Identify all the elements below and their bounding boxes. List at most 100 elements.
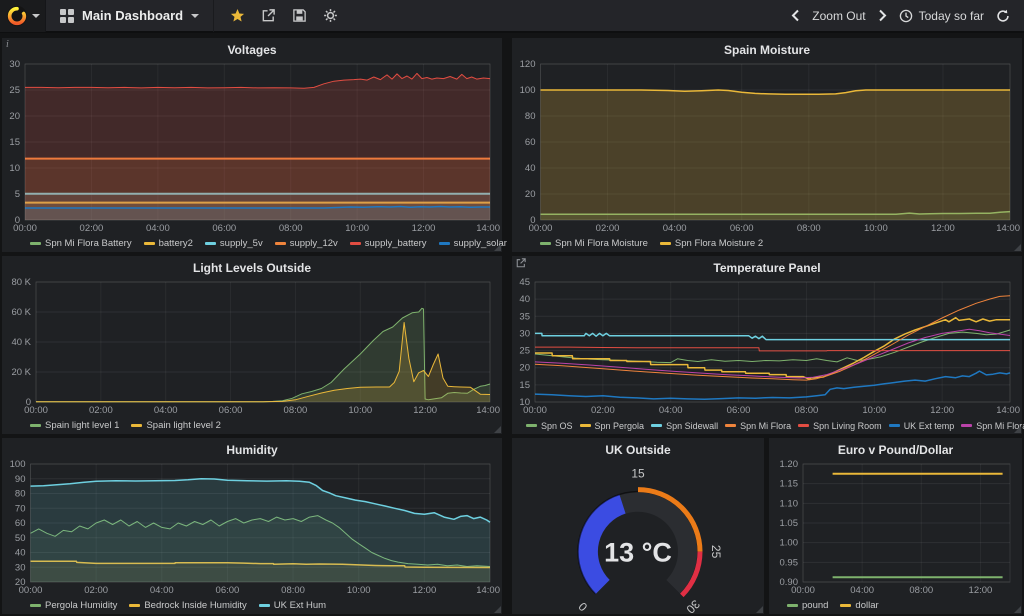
svg-text:04:00: 04:00 — [146, 223, 170, 234]
chevron-left-icon — [791, 9, 800, 22]
legend-series-color — [275, 242, 286, 245]
legend-item[interactable]: Spn Mi Flora — [725, 421, 791, 431]
legend: pound dollar — [769, 597, 1022, 614]
svg-text:06:00: 06:00 — [730, 223, 754, 234]
svg-text:10:00: 10:00 — [864, 223, 888, 234]
panel-title[interactable]: Euro v Pound/Dollar — [769, 438, 1022, 458]
svg-text:00:00: 00:00 — [13, 223, 37, 234]
uk-outside-gauge[interactable]: 015253013 °C — [512, 458, 764, 614]
resize-handle-icon[interactable] — [756, 606, 763, 613]
share-icon — [261, 8, 276, 23]
svg-text:1.05: 1.05 — [780, 518, 799, 529]
external-link-glyph-icon — [516, 258, 526, 268]
spain-moisture-chart[interactable]: 02040608010012000:0002:0004:0006:0008:00… — [512, 58, 1022, 235]
apps-grid-icon — [60, 9, 74, 23]
resize-handle-icon[interactable] — [494, 426, 501, 433]
svg-text:60: 60 — [15, 518, 26, 529]
save-button[interactable] — [292, 8, 307, 23]
panel-title[interactable]: Temperature Panel — [512, 256, 1022, 276]
legend-item[interactable]: Pergola Humidity — [30, 600, 117, 611]
svg-text:30: 30 — [9, 59, 20, 70]
legend-series-label: supply_12v — [290, 238, 338, 249]
time-controls: Zoom Out Today so far — [791, 9, 1024, 23]
legend-item[interactable]: Spn Living Room — [798, 421, 882, 431]
resize-handle-icon[interactable] — [1014, 606, 1021, 613]
star-button[interactable] — [230, 8, 245, 23]
top-navbar: Main Dashboard — [0, 0, 1024, 33]
svg-text:60: 60 — [525, 137, 536, 148]
legend-item[interactable]: supply_12v — [275, 238, 338, 249]
legend-item[interactable]: UK Ext temp — [889, 421, 955, 431]
svg-text:90: 90 — [15, 474, 26, 485]
info-icon[interactable]: i — [6, 40, 9, 50]
panel-title[interactable]: Spain Moisture — [512, 38, 1022, 58]
legend-series-color — [725, 424, 736, 427]
grafana-logo-icon — [6, 5, 28, 27]
legend-series-color — [798, 424, 809, 427]
svg-text:00:00: 00:00 — [523, 405, 547, 416]
panel-title[interactable]: UK Outside — [512, 438, 764, 458]
svg-text:15: 15 — [9, 137, 20, 148]
legend-item[interactable]: Spain light level 1 — [30, 420, 119, 431]
svg-text:1.10: 1.10 — [780, 498, 799, 509]
svg-text:100: 100 — [10, 459, 26, 470]
legend-series-color — [961, 424, 972, 427]
svg-text:08:00: 08:00 — [284, 405, 308, 416]
panel-humidity: Humidity 203040506070809010000:0002:0004… — [2, 438, 502, 614]
legend: Spn OS Spn Pergola Spn Sidewall Spn Mi Flor… — [512, 417, 1022, 434]
svg-text:10:00: 10:00 — [345, 223, 369, 234]
legend-series-label: Spn Pergola — [595, 421, 645, 431]
svg-text:25: 25 — [709, 545, 723, 559]
external-link-icon[interactable] — [516, 258, 526, 271]
svg-text:80 K: 80 K — [11, 277, 31, 288]
resize-handle-icon[interactable] — [494, 244, 501, 251]
time-range-picker[interactable]: Today so far — [899, 9, 984, 23]
legend-item[interactable]: Spn Mi Flora Battery — [30, 238, 132, 249]
legend-item[interactable]: Spn Sidewall — [651, 421, 718, 431]
legend-item[interactable]: Spn Flora Moisture 2 — [660, 238, 763, 249]
svg-text:10:00: 10:00 — [347, 585, 371, 596]
euro-exchange-chart[interactable]: 0.900.951.001.051.101.151.2000:0004:0008… — [769, 458, 1022, 597]
settings-button[interactable] — [323, 8, 338, 23]
legend-item[interactable]: Spain light level 2 — [131, 420, 220, 431]
voltages-chart[interactable]: 05101520253000:0002:0004:0006:0008:0010:… — [2, 58, 502, 235]
legend-series-label: Bedrock Inside Humidity — [144, 600, 246, 611]
share-button[interactable] — [261, 8, 276, 23]
legend-item[interactable]: supply_battery — [350, 238, 427, 249]
gear-icon — [323, 8, 338, 23]
legend-item[interactable]: Bedrock Inside Humidity — [129, 600, 246, 611]
legend-item[interactable]: Spn OS — [526, 421, 573, 431]
refresh-button[interactable] — [996, 9, 1010, 23]
legend-series-label: Pergola Humidity — [45, 600, 117, 611]
legend-item[interactable]: Spn Mi Flora Moisture — [540, 238, 648, 249]
resize-handle-icon[interactable] — [1014, 244, 1021, 251]
panel-title[interactable]: Humidity — [2, 438, 502, 458]
panel-uk-outside-gauge: UK Outside 015253013 °C — [512, 438, 764, 614]
humidity-chart[interactable]: 203040506070809010000:0002:0004:0006:000… — [2, 458, 502, 597]
resize-handle-icon[interactable] — [1014, 426, 1021, 433]
light-levels-chart[interactable]: 020 K40 K60 K80 K00:0002:0004:0006:0008:… — [2, 276, 502, 417]
legend-item[interactable]: supply_5v — [205, 238, 263, 249]
star-icon — [230, 8, 245, 23]
panel-title[interactable]: Voltages — [2, 38, 502, 58]
svg-text:70: 70 — [15, 503, 26, 514]
legend-item[interactable]: pound — [787, 600, 828, 611]
time-shift-back-button[interactable] — [791, 9, 800, 22]
zoom-out-button[interactable]: Zoom Out — [812, 9, 865, 23]
time-shift-forward-button[interactable] — [878, 9, 887, 22]
legend-series-color — [144, 242, 155, 245]
temperature-chart[interactable]: 101520253035404500:0002:0004:0006:0008:0… — [512, 276, 1022, 417]
panel-title[interactable]: Light Levels Outside — [2, 256, 502, 276]
legend-item[interactable]: UK Ext Hum — [259, 600, 326, 611]
legend-item[interactable]: battery2 — [144, 238, 193, 249]
legend-series-color — [205, 242, 216, 245]
dashboard-picker[interactable]: Main Dashboard — [46, 0, 214, 32]
panel-euro-exchange: Euro v Pound/Dollar 0.900.951.001.051.10… — [769, 438, 1022, 614]
resize-handle-icon[interactable] — [494, 606, 501, 613]
svg-text:14:00: 14:00 — [476, 585, 500, 596]
panel-voltages: i Voltages 05101520253000:0002:0004:0006… — [2, 38, 502, 252]
legend-item[interactable]: Spn Pergola — [580, 421, 645, 431]
svg-text:06:00: 06:00 — [219, 405, 243, 416]
legend-item[interactable]: dollar — [840, 600, 878, 611]
grafana-logo[interactable] — [0, 0, 46, 32]
